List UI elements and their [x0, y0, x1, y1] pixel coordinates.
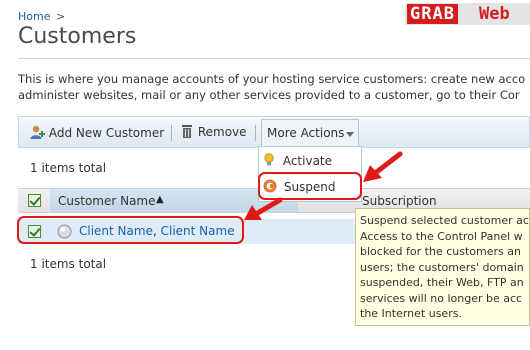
add-customer-label: Add New Customer: [48, 126, 165, 140]
more-actions-label: More Actions: [267, 126, 345, 140]
chevron-down-icon: [346, 132, 354, 137]
items-total-bottom: 1 items total: [30, 257, 107, 271]
annotation-arrow-icon: [244, 197, 283, 220]
sort-ascending-icon: ▲: [156, 194, 164, 205]
breadcrumb-separator: >: [55, 10, 66, 23]
remove-label: Remove: [197, 125, 247, 139]
tooltip-line: Suspend selected customer ac: [360, 214, 529, 227]
title-divider: [18, 58, 530, 59]
watermark-web: Web: [479, 4, 510, 24]
suspend-tooltip: Suspend selected customer ac Access to t…: [355, 208, 530, 326]
activate-label: Activate: [282, 154, 333, 168]
row-highlight-box: [17, 216, 244, 244]
description-line-1: This is where you manage accounts of you…: [18, 72, 526, 86]
items-total-top: 1 items total: [30, 161, 107, 175]
page-description: This is where you manage accounts of you…: [18, 71, 530, 103]
add-customer-button[interactable]: Add New Customer: [29, 124, 164, 140]
remove-button[interactable]: Remove: [180, 124, 247, 139]
annotation-arrow-icon: [363, 151, 403, 182]
tooltip-line: suspended, their Web, FTP an: [360, 276, 524, 289]
trash-icon: [182, 125, 192, 138]
toolbar: Add New Customer Remove More Actions: [18, 116, 530, 148]
tooltip-line: blocked for the customers an: [360, 245, 521, 258]
lightbulb-icon: [264, 153, 274, 166]
toolbar-divider: [171, 125, 172, 141]
watermark-grab: GRAB: [407, 4, 458, 24]
add-user-icon: [30, 125, 45, 139]
tooltip-line: the Internet users.: [360, 307, 462, 320]
breadcrumb: Home >: [18, 10, 65, 23]
subscription-column-header[interactable]: Subscription: [362, 194, 437, 208]
toolbar-divider: [255, 125, 256, 141]
breadcrumb-home-link[interactable]: Home: [18, 10, 50, 23]
select-all-checkbox[interactable]: [28, 194, 41, 207]
menu-item-activate[interactable]: Activate: [263, 153, 332, 168]
description-line-2: administer websites, mail or any other s…: [18, 88, 520, 102]
tooltip-line: services will no longer be acc: [360, 291, 523, 305]
tooltip-line: Access to the Control Panel w: [360, 229, 523, 243]
page-title: Customers: [18, 24, 137, 49]
customer-name-header-label: Customer Name: [58, 194, 156, 208]
watermark-logo: GRAB Web: [405, 3, 530, 25]
more-actions-dropdown[interactable]: More Actions: [261, 119, 359, 147]
tooltip-line: users; the customers' domain: [360, 260, 524, 274]
